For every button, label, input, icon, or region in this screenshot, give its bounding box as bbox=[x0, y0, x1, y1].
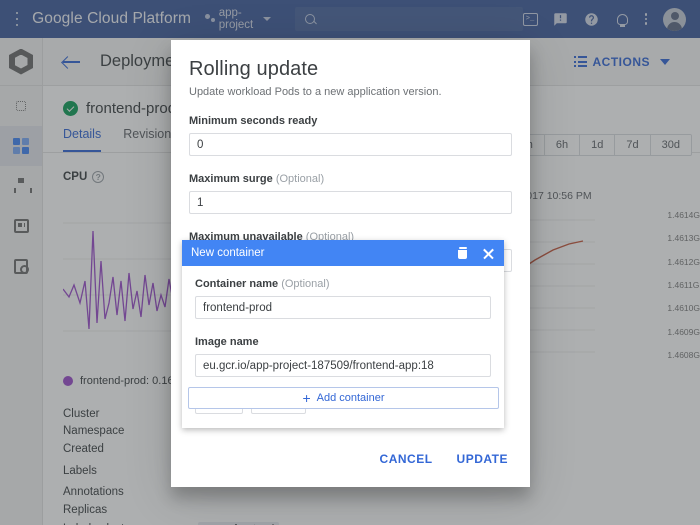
app-root: Google Cloud Platform app-project >_ Dep… bbox=[0, 0, 700, 525]
container-name-input[interactable] bbox=[195, 296, 491, 319]
max-surge-label: Maximum surge (Optional) bbox=[189, 173, 325, 185]
image-name-input[interactable] bbox=[195, 354, 491, 377]
plus-icon: + bbox=[302, 390, 311, 406]
cancel-button[interactable]: CANCEL bbox=[380, 452, 433, 466]
add-container-button[interactable]: + Add container bbox=[188, 387, 499, 409]
rolling-update-dialog: Rolling update Update workload Pods to a… bbox=[171, 40, 530, 487]
max-surge-input[interactable] bbox=[189, 191, 512, 214]
image-name-label: Image name bbox=[195, 336, 259, 348]
close-icon[interactable] bbox=[482, 247, 495, 260]
update-button[interactable]: UPDATE bbox=[457, 452, 508, 466]
dialog-title: Rolling update bbox=[189, 58, 319, 80]
min-seconds-ready-label: Minimum seconds ready bbox=[189, 115, 318, 127]
trash-icon[interactable] bbox=[457, 247, 468, 259]
dialog-footer: CANCEL UPDATE bbox=[171, 431, 530, 487]
new-container-header: New container bbox=[182, 240, 504, 266]
min-seconds-ready-input[interactable] bbox=[189, 133, 512, 156]
dialog-subtitle: Update workload Pods to a new applicatio… bbox=[189, 86, 442, 98]
new-container-title: New container bbox=[191, 247, 265, 259]
container-name-label: Container name (Optional) bbox=[195, 278, 330, 290]
add-container-label: Add container bbox=[316, 392, 385, 404]
